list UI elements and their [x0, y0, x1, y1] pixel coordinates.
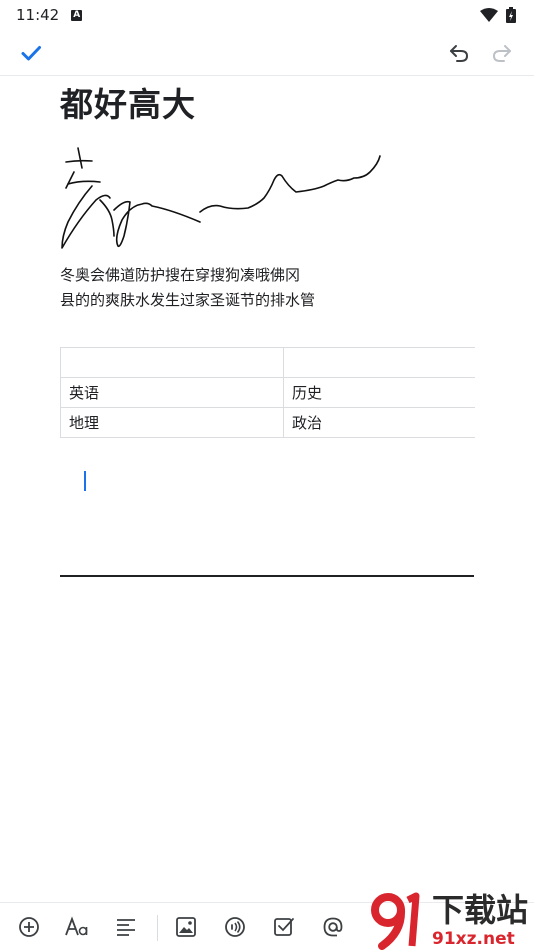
insert-button[interactable] — [9, 907, 49, 947]
note-title[interactable]: 都好高大 — [60, 78, 196, 126]
table-cell[interactable] — [60, 347, 284, 378]
battery-charging-icon — [506, 7, 516, 23]
status-bar: 11:42 A — [0, 0, 534, 30]
editor-toolbar — [0, 30, 534, 76]
paragraph-line-2: 县的的爽肤水发生过家圣诞节的排水管 — [60, 291, 316, 309]
align-button[interactable] — [106, 907, 146, 947]
note-table[interactable]: 英语 历史 地理 政治 — [60, 347, 475, 438]
align-left-icon — [117, 919, 135, 936]
table-cell[interactable]: 地理 — [60, 407, 284, 438]
wifi-icon — [480, 8, 498, 22]
redo-button[interactable] — [482, 33, 522, 73]
horizontal-divider — [60, 575, 474, 577]
text-format-icon — [65, 916, 88, 936]
checkbox-icon — [274, 918, 294, 936]
text-format-button[interactable] — [57, 907, 97, 947]
check-icon — [21, 46, 41, 61]
site-watermark-logo: 下载站 91xz.net — [371, 891, 528, 950]
table-row: 英语 历史 — [60, 377, 475, 408]
done-button[interactable] — [11, 33, 51, 73]
table-cell[interactable] — [283, 347, 475, 378]
paragraph-line-1: 冬奥会佛道防护搜在穿搜狗凑哦佛冈 — [60, 266, 301, 284]
table-cell[interactable]: 政治 — [283, 407, 475, 438]
table-cell[interactable]: 英语 — [60, 377, 284, 408]
watermark-domain: 91xz.net — [432, 929, 515, 949]
add-circle-icon — [19, 917, 39, 937]
table-row: 地理 政治 — [60, 407, 475, 438]
table-row — [60, 347, 475, 378]
watermark-title: 下载站 — [432, 891, 528, 929]
table-cell[interactable]: 历史 — [283, 377, 475, 408]
image-icon — [176, 917, 196, 937]
at-icon — [323, 917, 343, 937]
redo-icon — [492, 45, 511, 62]
notification-a-icon: A — [71, 9, 83, 21]
status-time: 11:42 — [16, 6, 60, 24]
mention-button[interactable] — [313, 907, 353, 947]
insert-image-button[interactable] — [166, 907, 206, 947]
text-cursor — [84, 471, 86, 491]
note-table-wrapper: 英语 历史 地理 政治 — [60, 347, 475, 442]
insert-checklist-button[interactable] — [264, 907, 304, 947]
note-paragraph[interactable]: 冬奥会佛道防护搜在穿搜狗凑哦佛冈 县的的爽肤水发生过家圣诞节的排水管 — [60, 263, 480, 313]
watermark-9-icon — [371, 892, 420, 950]
undo-button[interactable] — [439, 33, 479, 73]
insert-audio-button[interactable] — [215, 907, 255, 947]
handwriting-drawing[interactable] — [52, 140, 392, 255]
audio-icon — [225, 917, 245, 937]
undo-icon — [450, 45, 469, 62]
toolbar-divider — [157, 915, 158, 941]
